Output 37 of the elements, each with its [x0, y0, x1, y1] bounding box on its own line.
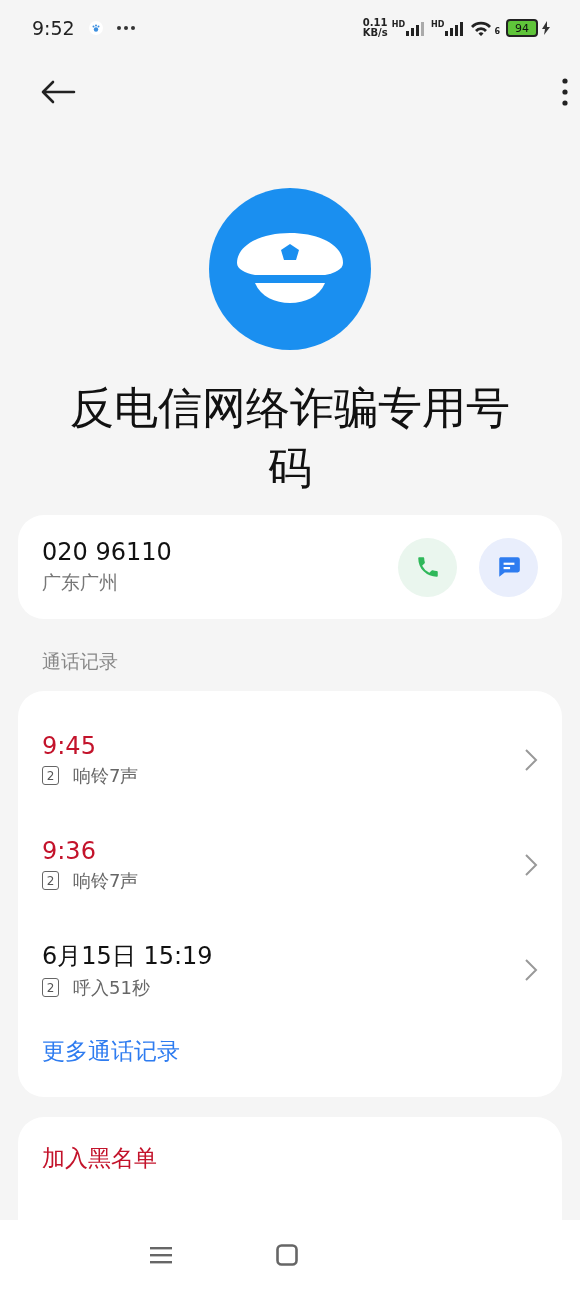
battery-level: 94 — [506, 19, 538, 37]
sim-badge: 2 — [42, 978, 59, 997]
wifi-icon — [470, 20, 493, 36]
clock-time: 9:52 — [32, 17, 75, 39]
section-heading: 通话记录 — [41, 649, 119, 674]
call-log-entry[interactable]: 9:45 2 响铃7声 — [42, 707, 538, 812]
call-log-entry[interactable]: 6月15日 15:19 2 呼入51秒 — [42, 917, 538, 1022]
home-icon[interactable] — [276, 1243, 298, 1266]
more-call-log-link[interactable]: 更多通话记录 — [42, 1036, 180, 1067]
contact-name: 反电信网络诈骗专用号码 — [69, 381, 511, 495]
call-detail: 呼入51秒 — [73, 975, 150, 1000]
police-cap-avatar-icon — [209, 188, 371, 350]
chevron-right-icon — [524, 957, 538, 982]
call-time: 6月15日 15:19 — [42, 940, 214, 972]
sim-badge: 2 — [42, 766, 59, 785]
charging-icon — [542, 21, 550, 35]
network-speed: 0.11 — [362, 18, 388, 28]
hd-label: HD — [391, 20, 406, 29]
back-icon[interactable] — [40, 80, 76, 104]
more-icon[interactable] — [562, 78, 568, 106]
call-time: 9:45 — [42, 731, 97, 760]
phone-number: 020 96110 — [42, 538, 173, 566]
paw-icon — [88, 21, 103, 35]
sim-badge: 2 — [42, 871, 59, 890]
call-log-entry[interactable]: 9:36 2 响铃7声 — [42, 812, 538, 917]
wifi-label: 6 — [494, 27, 500, 36]
chevron-right-icon — [524, 852, 538, 877]
block-number-link[interactable]: 加入黑名单 — [42, 1145, 157, 1171]
speed-unit: KB/s — [362, 28, 388, 38]
more-notifications-icon — [116, 26, 135, 30]
call-time: 9:36 — [42, 836, 97, 865]
hd-label: HD — [431, 20, 445, 29]
menu-icon[interactable] — [150, 1245, 172, 1264]
call-detail: 响铃7声 — [73, 763, 139, 788]
call-detail: 响铃7声 — [73, 868, 139, 893]
chevron-right-icon — [524, 747, 538, 772]
number-location: 广东广州 — [42, 570, 119, 595]
